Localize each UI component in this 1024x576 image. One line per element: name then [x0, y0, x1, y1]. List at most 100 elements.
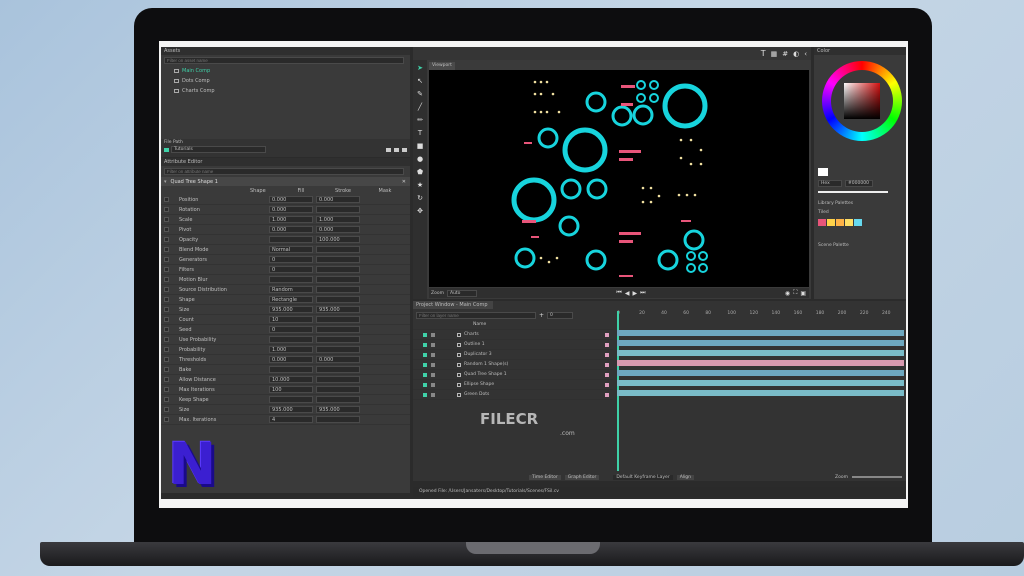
- tab-project-window[interactable]: Project Window - Main Comp: [413, 301, 493, 309]
- checkbox[interactable]: [164, 277, 169, 282]
- col-fill[interactable]: Fill: [280, 188, 322, 194]
- attribute-value-1[interactable]: Rectangle: [269, 296, 313, 303]
- pencil-tool-icon[interactable]: ✏: [417, 116, 423, 124]
- layer-row[interactable]: Green Dots: [413, 390, 613, 400]
- toggle-icon[interactable]: ◐: [793, 50, 799, 58]
- visibility-icon[interactable]: [423, 382, 427, 387]
- visibility-icon[interactable]: [423, 362, 427, 367]
- star-tool-icon[interactable]: ★: [417, 181, 423, 189]
- rect-tool-icon[interactable]: ■: [417, 142, 424, 150]
- layer-row[interactable]: Quad Tree Shape 1: [413, 370, 613, 380]
- checkbox[interactable]: [164, 287, 169, 292]
- attribute-value-2[interactable]: [316, 366, 360, 373]
- visibility-icon[interactable]: [423, 352, 427, 357]
- visibility-icon[interactable]: [423, 332, 427, 337]
- attribute-value-2[interactable]: [316, 286, 360, 293]
- attribute-value-1[interactable]: 0.000: [269, 206, 313, 213]
- delete-icon[interactable]: [402, 147, 407, 152]
- palette-swatch[interactable]: [836, 219, 844, 226]
- color-slider[interactable]: [818, 191, 888, 193]
- visibility-icon[interactable]: [423, 392, 427, 397]
- line-tool-icon[interactable]: ╱: [418, 103, 422, 111]
- checkbox[interactable]: [164, 317, 169, 322]
- attribute-value-2[interactable]: 100.000: [316, 236, 360, 243]
- asset-item-main-comp[interactable]: Main Comp: [171, 66, 410, 76]
- lock-icon[interactable]: [431, 392, 435, 397]
- attribute-value-2[interactable]: 935.000: [316, 406, 360, 413]
- color-wheel[interactable]: [822, 61, 902, 141]
- track-bar[interactable]: [617, 350, 904, 356]
- palette-swatch[interactable]: [818, 219, 826, 226]
- attribute-value-1[interactable]: 10.000: [269, 376, 313, 383]
- time-editor-tab[interactable]: Time Editor: [529, 474, 561, 480]
- attribute-value-1[interactable]: [269, 336, 313, 343]
- checkbox[interactable]: [164, 397, 169, 402]
- attribute-value-2[interactable]: [316, 326, 360, 333]
- checkbox[interactable]: [164, 337, 169, 342]
- attribute-value-1[interactable]: [269, 366, 313, 373]
- align-button[interactable]: Align: [676, 474, 694, 480]
- play-icon[interactable]: ▶: [632, 290, 637, 297]
- hash-icon[interactable]: #: [782, 50, 788, 58]
- attribute-value-2[interactable]: [316, 416, 360, 423]
- layer-row[interactable]: Random 1 Shape(s): [413, 360, 613, 370]
- pen-tool-icon[interactable]: ✎: [417, 90, 423, 98]
- checkbox[interactable]: [164, 297, 169, 302]
- checkbox[interactable]: [164, 377, 169, 382]
- attribute-value-1[interactable]: 935.000: [269, 306, 313, 313]
- attribute-value-1[interactable]: 0: [269, 256, 313, 263]
- attribute-value-1[interactable]: [269, 276, 313, 283]
- attribute-value-2[interactable]: [316, 206, 360, 213]
- prev-frame-icon[interactable]: ◀: [625, 290, 630, 297]
- attribute-value-2[interactable]: [316, 266, 360, 273]
- track-bar[interactable]: [617, 340, 904, 346]
- attribute-value-1[interactable]: [269, 236, 313, 243]
- layer-row[interactable]: Charts: [413, 330, 613, 340]
- track-bar[interactable]: [617, 370, 904, 376]
- assets-search-input[interactable]: [164, 57, 404, 64]
- attribute-value-2[interactable]: 935.000: [316, 306, 360, 313]
- select-tool-icon[interactable]: ➤: [417, 64, 423, 72]
- tab-viewport[interactable]: Viewport: [429, 62, 455, 70]
- palette-name[interactable]: Tiled: [818, 210, 829, 215]
- layer-color-icon[interactable]: [605, 342, 609, 347]
- attribute-value-1[interactable]: 0.000: [269, 226, 313, 233]
- col-shape[interactable]: Shape: [250, 188, 280, 194]
- palette-swatch[interactable]: [854, 219, 862, 226]
- attribute-value-2[interactable]: [316, 396, 360, 403]
- attribute-value-2[interactable]: [316, 376, 360, 383]
- layer-row[interactable]: Ellipse Shape: [413, 380, 613, 390]
- attribute-value-2[interactable]: [316, 276, 360, 283]
- palette-swatch[interactable]: [845, 219, 853, 226]
- lock-icon[interactable]: [431, 332, 435, 337]
- checkbox[interactable]: [164, 387, 169, 392]
- checkbox[interactable]: [164, 267, 169, 272]
- attribute-value-1[interactable]: 0: [269, 266, 313, 273]
- new-file-icon[interactable]: [394, 147, 399, 152]
- attribute-value-2[interactable]: [316, 346, 360, 353]
- checkbox[interactable]: [164, 417, 169, 422]
- color-square[interactable]: [844, 83, 880, 119]
- checkbox[interactable]: [164, 197, 169, 202]
- lock-icon[interactable]: [431, 342, 435, 347]
- col-stroke[interactable]: Stroke: [322, 188, 364, 194]
- open-folder-icon[interactable]: [386, 147, 391, 152]
- hex-input[interactable]: #000000: [845, 180, 873, 187]
- text-tool-icon[interactable]: T: [761, 49, 766, 58]
- attribute-value-2[interactable]: 0.000: [316, 226, 360, 233]
- direct-select-icon[interactable]: ↖: [417, 77, 423, 85]
- time-ruler[interactable]: 020 40 60 80 100 120 140 160 180 200 220 240: [617, 311, 904, 320]
- visibility-icon[interactable]: [423, 372, 427, 377]
- attribute-value-2[interactable]: 0.000: [316, 196, 360, 203]
- layer-color-icon[interactable]: [605, 382, 609, 387]
- attribute-value-2[interactable]: 1.000: [316, 216, 360, 223]
- layer-color-icon[interactable]: [605, 372, 609, 377]
- keyframe-layer-select[interactable]: Default Keyframe Layer: [613, 474, 673, 480]
- attribute-value-1[interactable]: 100: [269, 386, 313, 393]
- checkbox[interactable]: [164, 347, 169, 352]
- fit-icon[interactable]: ⛶: [793, 289, 797, 297]
- rewind-icon[interactable]: ⏮: [616, 289, 621, 297]
- file-path-select[interactable]: Tutorials: [171, 146, 266, 153]
- camera-icon[interactable]: ◉: [785, 290, 790, 297]
- polygon-tool-icon[interactable]: ⬟: [417, 168, 423, 176]
